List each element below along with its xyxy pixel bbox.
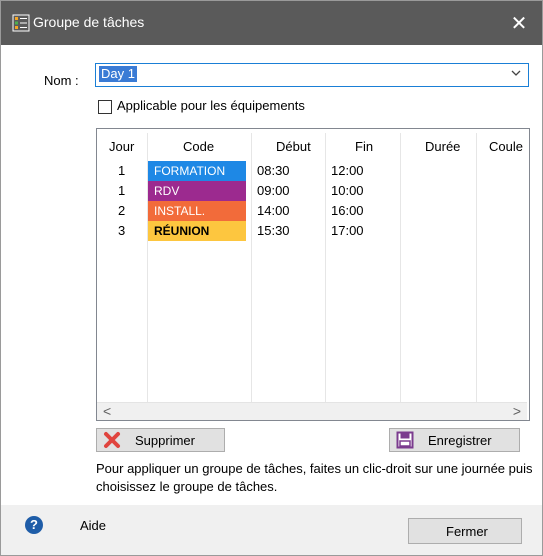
cell-jour: 3 (118, 223, 126, 238)
window-title: Groupe de tâches (33, 14, 145, 30)
instruction-text: Pour appliquer un groupe de tâches, fait… (96, 461, 533, 494)
help-icon[interactable]: ? (25, 516, 43, 534)
column-header-debut[interactable]: Début (276, 137, 311, 157)
save-button-label: Enregistrer (428, 433, 492, 448)
cell-code: RDV (148, 181, 246, 201)
table-row[interactable]: 2 INSTALL. 14:00 16:00 (97, 201, 527, 221)
cell-jour: 1 (118, 163, 126, 178)
delete-button-label: Supprimer (135, 433, 195, 448)
equipment-checkbox[interactable] (98, 100, 112, 114)
cell-jour: 1 (118, 183, 126, 198)
delete-icon (103, 431, 121, 452)
cell-code: FORMATION (148, 161, 246, 181)
cell-code: INSTALL. (148, 201, 246, 221)
cell-debut: 09:00 (257, 183, 290, 198)
column-header-code[interactable]: Code (183, 137, 214, 157)
close-button-label: Fermer (446, 524, 488, 539)
save-icon (396, 431, 414, 452)
cell-debut: 14:00 (257, 203, 290, 218)
task-list-icon (12, 14, 30, 32)
column-header-jour[interactable]: Jour (109, 137, 134, 157)
table-row[interactable]: 1 RDV 09:00 10:00 (97, 181, 527, 201)
delete-button[interactable]: Supprimer (96, 428, 225, 452)
equipment-checkbox-label[interactable]: Applicable pour les équipements (117, 98, 305, 113)
help-label[interactable]: Aide (80, 518, 106, 533)
close-icon[interactable]: ✕ (496, 1, 542, 45)
name-value[interactable]: Day 1 (99, 66, 137, 82)
name-combobox[interactable]: Day 1 (95, 63, 529, 87)
task-list[interactable]: Jour Code Début Fin Durée Coule 1 FORMAT… (96, 128, 530, 421)
table-row[interactable]: 3 RÉUNION 15:30 17:00 (97, 221, 527, 241)
name-label: Nom : (44, 73, 79, 88)
column-header-couleur[interactable]: Coule (489, 137, 523, 157)
cell-fin: 12:00 (331, 163, 364, 178)
cell-fin: 16:00 (331, 203, 364, 218)
save-button[interactable]: Enregistrer (389, 428, 520, 452)
cell-fin: 10:00 (331, 183, 364, 198)
cell-debut: 15:30 (257, 223, 290, 238)
chevron-down-icon[interactable] (510, 67, 522, 82)
cell-debut: 08:30 (257, 163, 290, 178)
column-header-duree[interactable]: Durée (425, 137, 460, 157)
footer-bar: ? Aide Fermer (1, 505, 542, 555)
scroll-left-icon[interactable]: < (103, 403, 111, 419)
horizontal-scrollbar[interactable]: < > (97, 402, 527, 420)
table-row[interactable]: 1 FORMATION 08:30 12:00 (97, 161, 527, 181)
title-bar: Groupe de tâches ✕ (1, 1, 542, 45)
cell-jour: 2 (118, 203, 126, 218)
cell-code: RÉUNION (148, 221, 246, 241)
scroll-right-icon[interactable]: > (513, 403, 521, 419)
cell-fin: 17:00 (331, 223, 364, 238)
dialog-window: Groupe de tâches ✕ Nom : Day 1 Applicabl… (0, 0, 543, 556)
close-button[interactable]: Fermer (408, 518, 522, 544)
column-header-fin[interactable]: Fin (355, 137, 373, 157)
